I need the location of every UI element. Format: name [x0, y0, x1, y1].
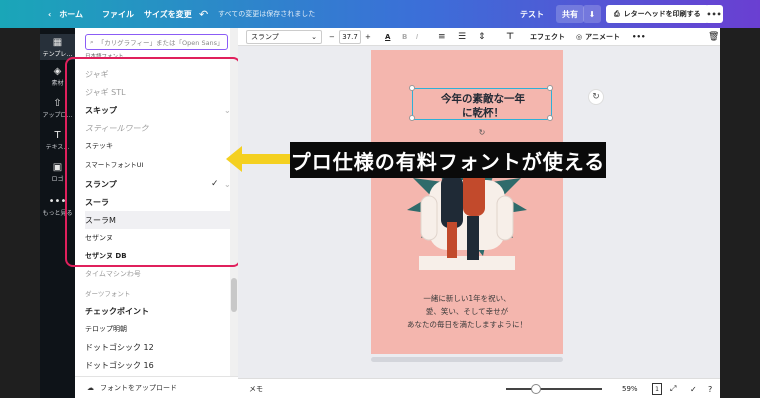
zoom-value[interactable]: 59%	[622, 379, 638, 398]
file-menu[interactable]: ファイル	[102, 0, 134, 28]
more-options-button[interactable]: •••	[705, 5, 723, 23]
sidebar-item-templates[interactable]: ▦ テンプレ…	[40, 34, 75, 60]
text-color-button[interactable]: A	[385, 30, 390, 44]
resize-handle[interactable]	[547, 115, 553, 121]
effects-button[interactable]: エフェクト	[530, 30, 565, 44]
align-center-icon[interactable]: ≡	[438, 30, 446, 44]
save-status: すべての変更は保存されました	[218, 10, 316, 18]
undo-icon[interactable]: ↶	[199, 0, 208, 28]
template-icon: ▦	[52, 37, 63, 48]
animate-icon: ◎	[576, 33, 583, 41]
bold-button[interactable]: B	[402, 30, 407, 44]
annotation-arrow-shaft	[240, 154, 290, 164]
title-line-2: に乾杯！	[462, 107, 504, 119]
body-text-line[interactable]: 愛、笑い、そして幸せが	[371, 306, 563, 317]
text-toolbar: スランプ ⌄ − 37.7 + A B I ≡ ☰ ⇕ ⊤ エフェクト ◎ アニメー…	[238, 28, 720, 46]
printer-icon: ⎙	[614, 9, 620, 18]
search-icon: ⌕	[90, 37, 94, 46]
page-scroll-indicator	[371, 357, 563, 362]
font-size-decrease[interactable]: −	[329, 30, 335, 44]
font-item[interactable]: ドットゴシック 16	[85, 356, 230, 374]
annotation-arrow-icon	[226, 146, 242, 172]
design-title[interactable]: テスト	[520, 0, 544, 28]
trash-icon[interactable]: 🗑	[708, 30, 719, 44]
design-page[interactable]: 今年の素敵な一年 に乾杯！ ↻ 一緒に新しい1年を祝い、 愛、笑い、そして幸せが…	[371, 50, 563, 354]
chevron-left-icon: ‹	[48, 9, 52, 19]
resize-handle[interactable]	[409, 85, 415, 91]
list-icon[interactable]: ☰	[458, 30, 466, 44]
font-item[interactable]: タイムマシンわ号	[85, 265, 230, 283]
download-icon[interactable]: ⬇	[583, 5, 601, 23]
font-search-input[interactable]: ⌕ 「カリグラフィー」または「Open Sans」	[85, 34, 228, 50]
font-size-input[interactable]: 37.7	[339, 30, 361, 44]
title-line-1: 今年の素敵な一年	[441, 93, 525, 105]
upload-font-button[interactable]: ☁ フォントをアップロード	[75, 376, 238, 398]
zoom-slider[interactable]	[506, 388, 602, 390]
zoom-slider-knob[interactable]	[531, 384, 541, 394]
notes-button[interactable]: メモ	[249, 379, 263, 398]
check-icon[interactable]: ✓	[690, 379, 697, 398]
annotation-highlight-box	[65, 57, 241, 267]
body-text-line[interactable]: あなたの毎日を満たしますように！	[371, 319, 563, 330]
page-count[interactable]: 1	[652, 383, 662, 395]
animate-button[interactable]: ◎ アニメート	[576, 30, 620, 44]
body-text-line[interactable]: 一緒に新しい1年を祝い、	[371, 293, 563, 304]
refresh-icon[interactable]: ↻	[588, 89, 604, 105]
cloud-upload-icon: ☁	[87, 383, 94, 392]
italic-button[interactable]: I	[416, 30, 418, 44]
resize-menu[interactable]: サイズを変更	[144, 0, 192, 28]
annotation-caption: プロ仕様の有料フォントが使える	[290, 142, 606, 178]
home-button[interactable]: ‹ ホーム	[48, 0, 83, 28]
rotate-icon[interactable]: ↻	[477, 128, 487, 138]
font-size-increase[interactable]: +	[365, 30, 371, 44]
help-icon[interactable]: ?	[708, 379, 712, 398]
fullscreen-icon[interactable]: ⤢	[670, 379, 676, 398]
chevron-down-icon: ⌄	[311, 33, 317, 41]
spacing-icon[interactable]: ⇕	[478, 30, 486, 44]
font-list-scrollbar[interactable]	[231, 278, 237, 312]
toolbar-more-button[interactable]: •••	[632, 30, 645, 44]
top-bar: ‹ ホーム ファイル サイズを変更 ↶ すべての変更は保存されました テスト 共有…	[0, 0, 760, 28]
share-button[interactable]: 共有	[556, 5, 584, 23]
font-family-dropdown[interactable]: スランプ ⌄	[246, 30, 322, 44]
text-orientation-icon[interactable]: ⊤	[506, 30, 514, 44]
font-item[interactable]: チェックポイント	[85, 302, 230, 320]
bottom-bar: メモ 59% 1 ⤢ ✓ ?	[238, 378, 720, 398]
resize-handle[interactable]	[547, 85, 553, 91]
resize-handle[interactable]	[409, 115, 415, 121]
font-item[interactable]: ダーツフォント	[85, 284, 230, 302]
title-text-box[interactable]: 今年の素敵な一年 に乾杯！	[409, 85, 553, 121]
font-item[interactable]: ドットゴシック 12	[85, 338, 230, 356]
print-button[interactable]: ⎙ レターヘッドを印刷する	[606, 5, 709, 23]
font-item[interactable]: テロップ明朝	[85, 320, 230, 338]
